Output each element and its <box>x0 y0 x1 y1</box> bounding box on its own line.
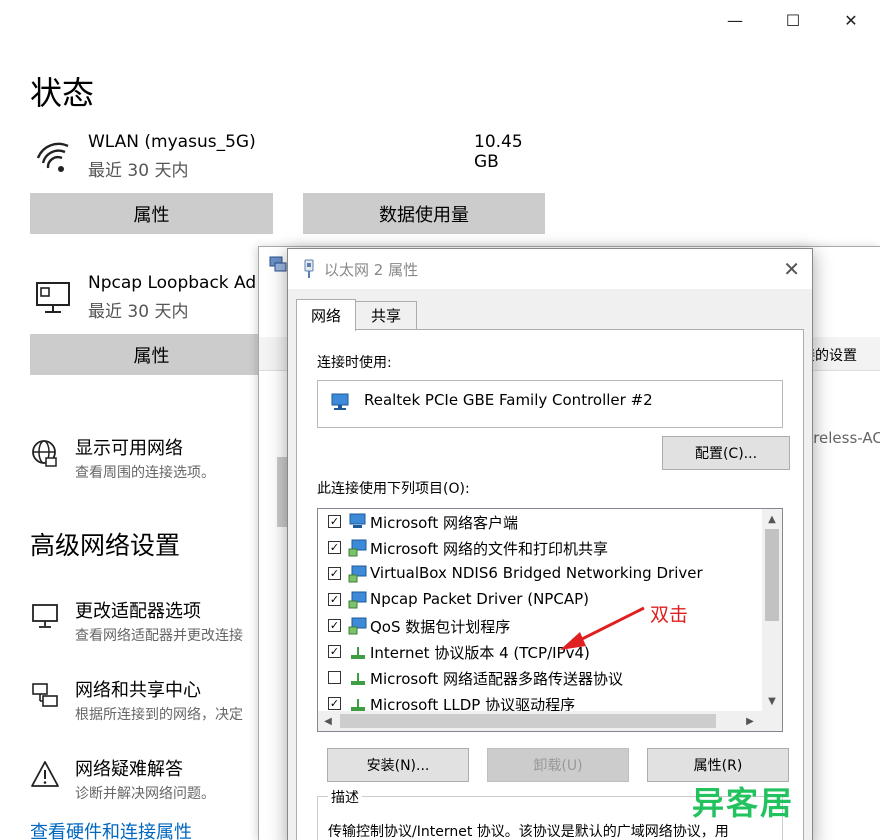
dialog-title: 以太网 2 属性 <box>324 261 419 279</box>
watermark-logo: 异客居 <box>692 784 795 822</box>
sharing-center-sub: 根据所连接到的网络，决定 <box>75 707 243 723</box>
network-adapter-icon <box>331 393 349 410</box>
network-period: 最近 30 天内 <box>88 302 189 322</box>
item-label: Microsoft 网络客户端 <box>370 514 519 532</box>
list-item-ipv4[interactable]: ✓ Internet 协议版本 4 (TCP/IPv4) <box>318 639 758 665</box>
scroll-right-icon[interactable]: ▶ <box>740 711 760 731</box>
item-checkbox[interactable]: ✓ <box>328 541 341 554</box>
vertical-scrollbar[interactable]: ▲ ▼ <box>762 509 782 711</box>
description-legend: 描述 <box>328 787 362 807</box>
sharing-center-title: 网络和共享中心 <box>75 680 201 701</box>
list-item[interactable]: ✓ VirtualBox NDIS6 Bridged Networking Dr… <box>318 561 758 587</box>
double-click-annotation: 双击 <box>650 604 689 626</box>
item-checkbox[interactable] <box>328 671 341 684</box>
protocol-icon <box>351 647 365 659</box>
network-name: Npcap Loopback Ad <box>88 273 257 293</box>
network-tab-panel: 连接时使用: Realtek PCIe GBE Family Controlle… <box>296 329 804 840</box>
dialog-close-button[interactable]: ✕ <box>783 257 800 281</box>
show-networks-sub: 查看周围的连接选项。 <box>75 465 215 481</box>
adapter-item-strip <box>277 457 287 527</box>
troubleshooter-sub: 诊断并解决网络问题。 <box>75 786 215 802</box>
monitor-icon <box>32 604 58 628</box>
item-checkbox[interactable]: ✓ <box>328 593 341 606</box>
adapter-options-title: 更改适配器选项 <box>75 601 201 622</box>
item-label: VirtualBox NDIS6 Bridged Networking Driv… <box>370 564 703 582</box>
network-service-icon <box>348 617 367 635</box>
network-usage: 10.45 GB <box>474 132 523 172</box>
ethernet-properties-dialog: 以太网 2 属性 ✕ 网络 共享 连接时使用: Realtek PCIe GBE… <box>287 248 813 840</box>
sharing-center-icon <box>32 683 58 707</box>
annotation-arrow <box>560 606 645 650</box>
network-period: 最近 30 天内 <box>88 161 189 181</box>
wifi-icon <box>36 142 69 172</box>
close-button[interactable]: ✕ <box>822 0 880 40</box>
list-item[interactable]: ✓ Microsoft 网络的文件和打印机共享 <box>318 535 758 561</box>
maximize-button[interactable]: ☐ <box>764 0 822 40</box>
list-item[interactable]: ✓ Npcap Packet Driver (NPCAP) <box>318 587 758 613</box>
item-checkbox[interactable]: ✓ <box>328 697 341 710</box>
h-scroll-thumb[interactable] <box>340 714 716 728</box>
adapter-name: Realtek PCIe GBE Family Controller #2 <box>364 391 653 409</box>
ethernet-cable-icon <box>304 259 314 278</box>
network-service-icon <box>348 591 367 609</box>
hardware-properties-link[interactable]: 查看硬件和连接属性 <box>30 818 192 840</box>
scroll-down-icon[interactable]: ▼ <box>762 691 782 711</box>
item-label: Microsoft 网络的文件和打印机共享 <box>370 540 609 558</box>
connect-using-label: 连接时使用: <box>317 355 392 371</box>
item-properties-button[interactable]: 属性(R) <box>647 748 789 782</box>
item-label: Microsoft 网络适配器多路传送器协议 <box>370 670 624 688</box>
configure-button[interactable]: 配置(C)... <box>662 436 790 470</box>
item-label: QoS 数据包计划程序 <box>370 618 511 636</box>
components-list[interactable]: ✓ Microsoft 网络客户端 ✓ Microsoft 网络的文件和打印机共… <box>317 508 783 732</box>
network-connections-icon <box>269 256 287 272</box>
item-checkbox[interactable]: ✓ <box>328 619 341 632</box>
troubleshooter-title: 网络疑难解答 <box>75 759 183 780</box>
items-label: 此连接使用下列项目(O): <box>317 481 470 497</box>
adapter-field: Realtek PCIe GBE Family Controller #2 <box>317 380 783 428</box>
list-item[interactable]: ✓ Microsoft 网络客户端 <box>318 509 758 535</box>
page-title: 状态 <box>30 74 95 112</box>
adapter-name-text: ireless-AC <box>809 429 880 447</box>
network-client-icon <box>349 513 366 528</box>
ethernet-pc-icon <box>36 282 70 313</box>
tab-network[interactable]: 网络 <box>296 299 356 331</box>
list-item[interactable]: Microsoft 网络适配器多路传送器协议 <box>318 665 758 691</box>
globe-icon <box>32 440 57 467</box>
item-checkbox[interactable]: ✓ <box>328 645 341 658</box>
scroll-thumb[interactable] <box>765 529 779 621</box>
install-button[interactable]: 安装(N)... <box>327 748 469 782</box>
item-checkbox[interactable]: ✓ <box>328 515 341 528</box>
advanced-settings-heading: 高级网络设置 <box>30 531 181 560</box>
scroll-up-icon[interactable]: ▲ <box>762 509 782 529</box>
network-wlan[interactable]: WLAN (myasus_5G) 最近 30 天内 10.45 GB <box>30 132 550 182</box>
uninstall-button: 卸载(U) <box>487 748 629 782</box>
network-service-icon <box>348 539 367 557</box>
show-networks-title: 显示可用网络 <box>75 438 183 459</box>
minimize-button[interactable]: — <box>706 0 764 40</box>
network-service-icon <box>348 565 367 583</box>
npcap-properties-button[interactable]: 属性 <box>30 334 273 375</box>
tab-sharing[interactable]: 共享 <box>355 301 417 329</box>
item-checkbox[interactable]: ✓ <box>328 567 341 580</box>
description-text: 传输控制协议/Internet 协议。该协议是默认的广域网络协议，用 <box>328 824 729 840</box>
data-usage-button[interactable]: 数据使用量 <box>303 193 545 234</box>
dialog-titlebar: 以太网 2 属性 ✕ <box>288 249 812 289</box>
network-name: WLAN (myasus_5G) <box>88 132 256 152</box>
window-controls: — ☐ ✕ <box>706 0 880 40</box>
horizontal-scrollbar[interactable]: ◀ ▶ <box>318 711 782 731</box>
adapter-options-sub: 查看网络适配器并更改连接 <box>75 628 243 644</box>
protocol-icon <box>351 673 365 685</box>
wlan-properties-button[interactable]: 属性 <box>30 193 273 234</box>
scroll-left-icon[interactable]: ◀ <box>318 711 338 731</box>
list-item[interactable]: ✓ QoS 数据包计划程序 <box>318 613 758 639</box>
warning-icon <box>31 761 59 787</box>
